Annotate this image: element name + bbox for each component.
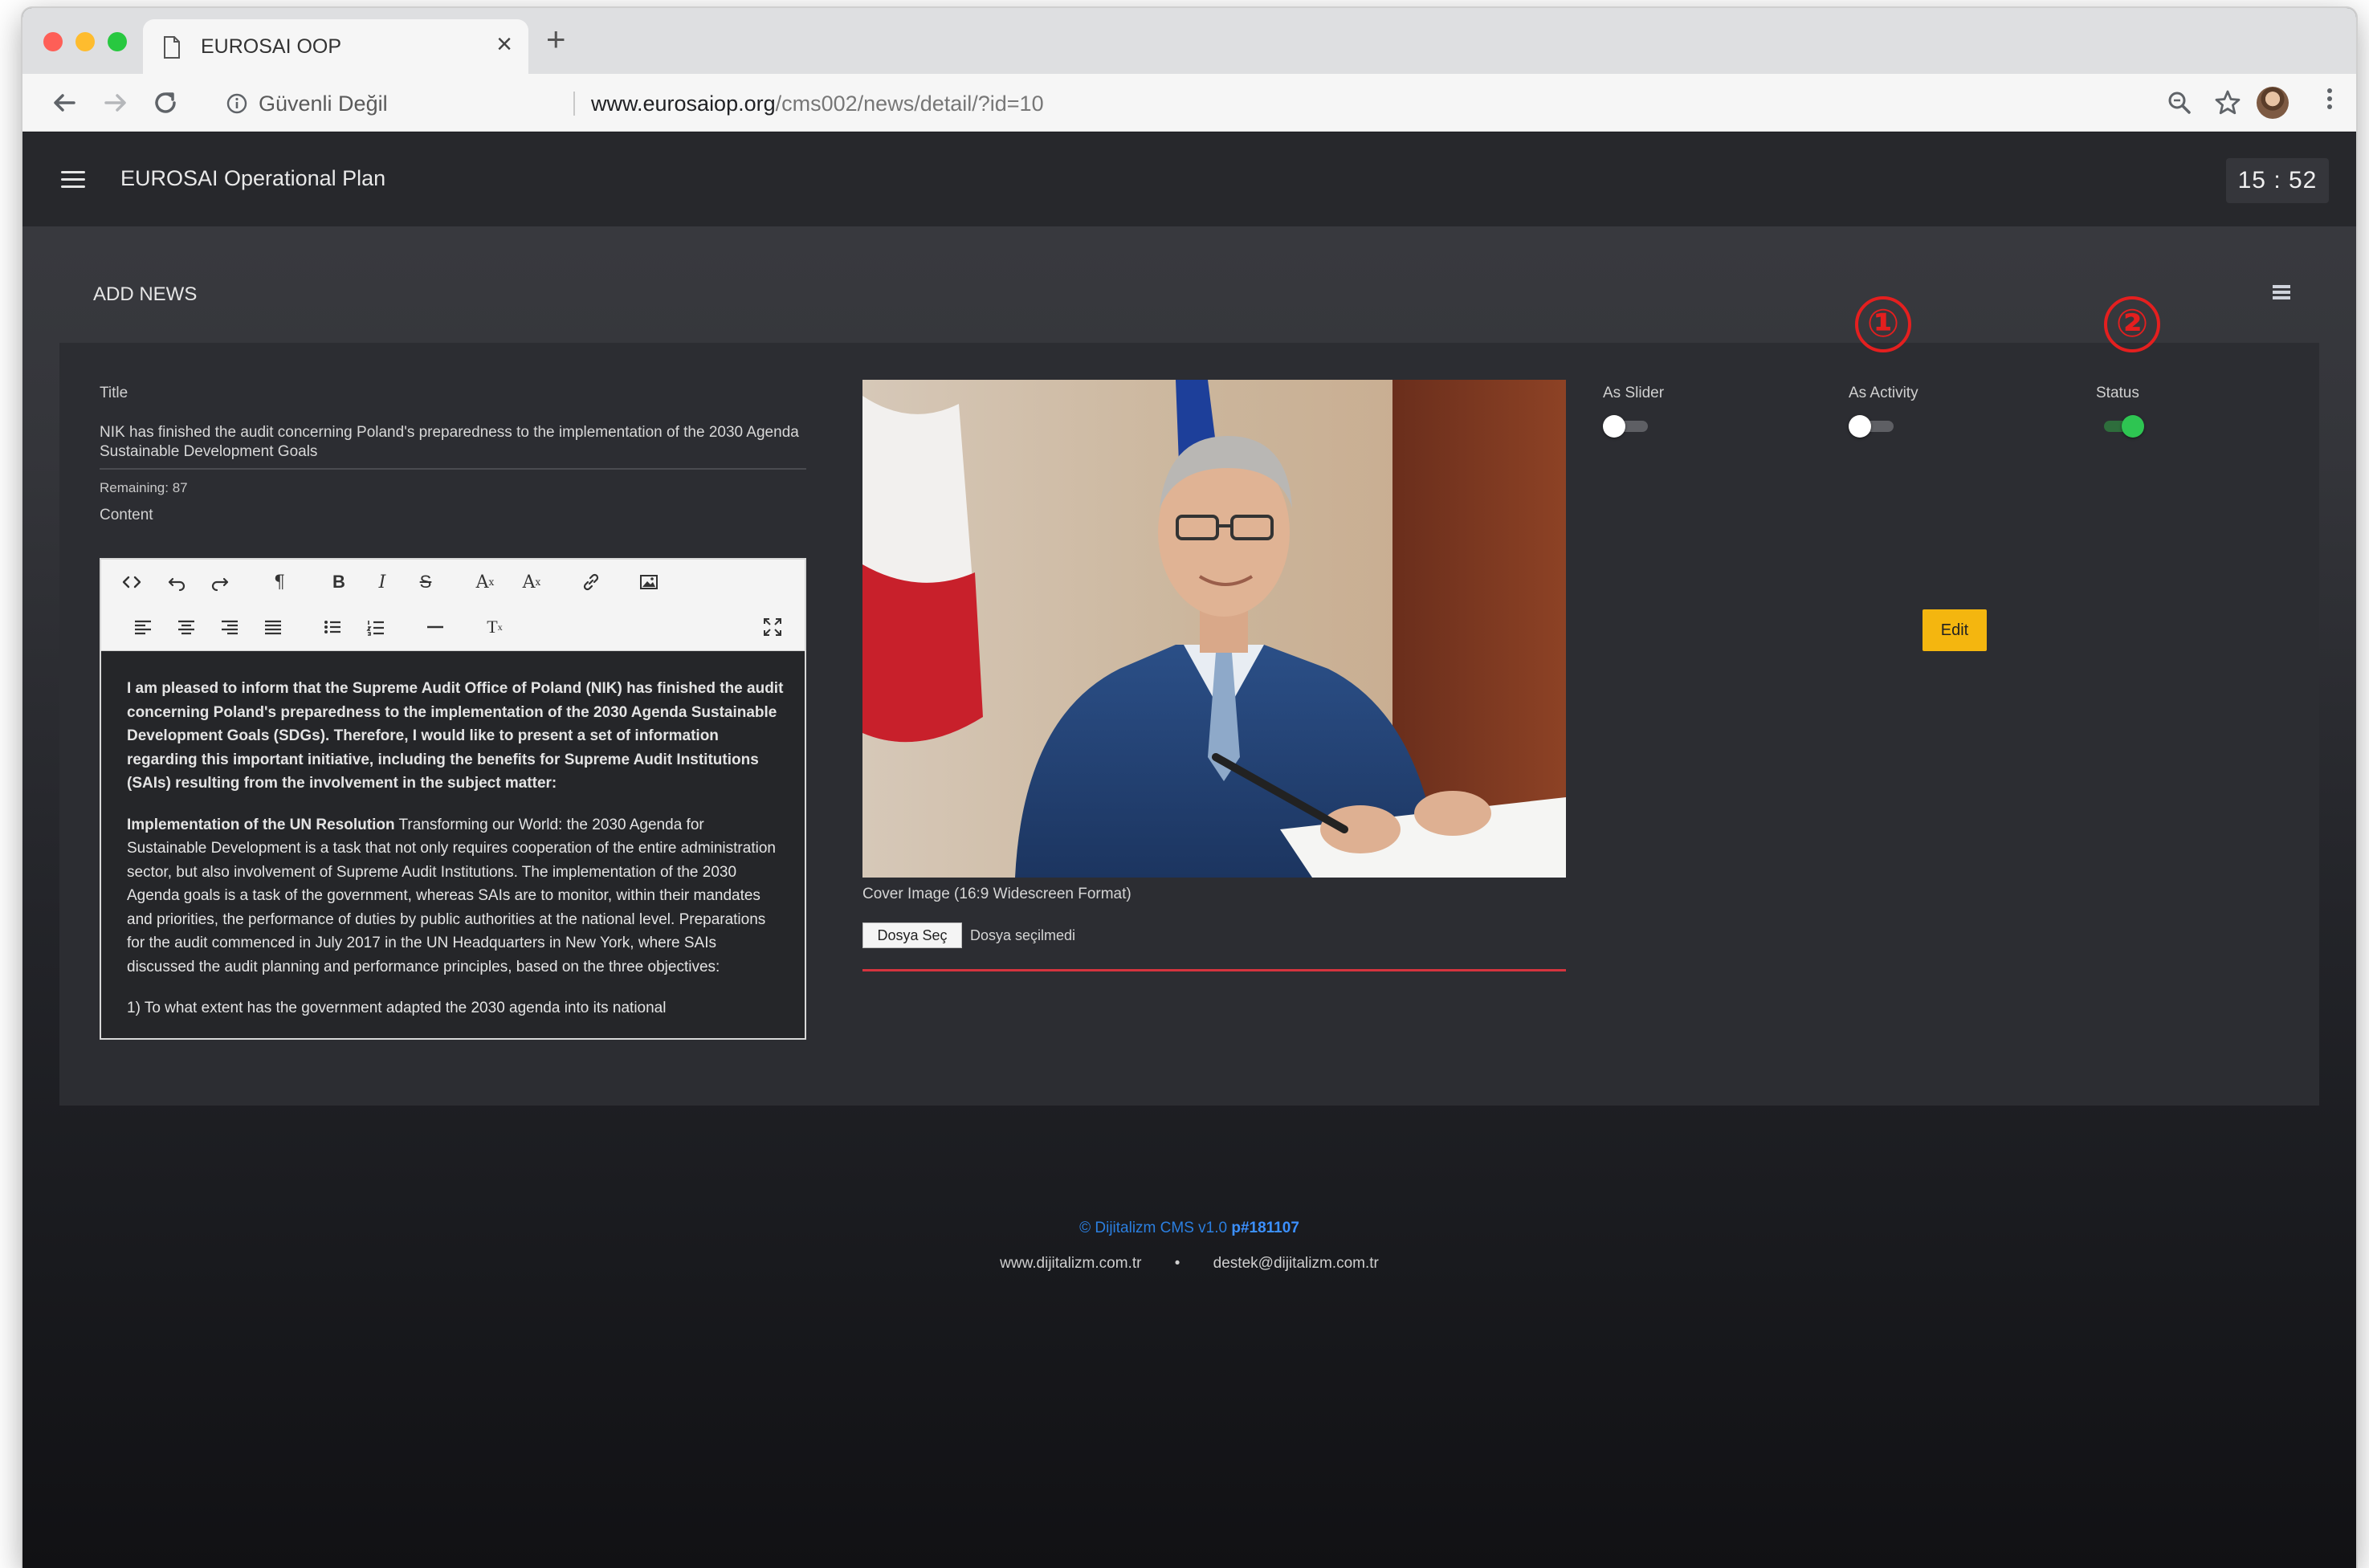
- redo-icon[interactable]: [204, 566, 236, 598]
- forward-arrow-icon[interactable]: [100, 87, 132, 119]
- hamburger-icon[interactable]: [61, 171, 85, 189]
- as-slider-toggle[interactable]: [1603, 415, 1651, 438]
- content-paragraph: I am pleased to inform that the Supreme …: [127, 680, 784, 792]
- editor-toolbar: ¶ B I S Ax Ax T x: [101, 560, 805, 651]
- as-activity-label: As Activity: [1849, 385, 1918, 401]
- file-status: Dosya seçilmedi: [970, 927, 1076, 943]
- footer-brand: © Dijitalizm CMS v1.0 p#181107: [22, 1220, 2356, 1237]
- bold-icon[interactable]: B: [323, 566, 355, 598]
- info-icon[interactable]: [226, 93, 247, 114]
- annotation-badge-1: ①: [1855, 296, 1911, 352]
- numbered-list-icon[interactable]: [360, 611, 392, 643]
- address-bar[interactable]: Güvenli Değil www.eurosaiop.org/cms002/n…: [206, 82, 2133, 124]
- image-icon[interactable]: [633, 566, 665, 598]
- link-icon[interactable]: [575, 566, 607, 598]
- remaining-counter: Remaining: 87: [100, 480, 188, 495]
- url-path: /cms002/news/detail/?id=10: [775, 92, 1044, 116]
- italic-icon[interactable]: I: [366, 566, 398, 598]
- close-window-button[interactable]: [43, 32, 63, 51]
- status-label: Status: [2096, 385, 2139, 401]
- code-view-icon[interactable]: [116, 566, 148, 598]
- footer-links: www.dijitalizm.com.tr • destek@dijitaliz…: [22, 1255, 2356, 1273]
- annotation-badge-2: ②: [2104, 296, 2160, 352]
- security-label: Güvenli Değil: [259, 92, 388, 116]
- horizontal-rule-icon[interactable]: [419, 611, 451, 643]
- title-input[interactable]: NIK has finished the audit concerning Po…: [100, 423, 806, 462]
- rich-text-editor: ¶ B I S Ax Ax T x I am pleased to inform…: [100, 558, 806, 1040]
- cover-image-caption: Cover Image (16:9 Widescreen Format): [862, 886, 1131, 902]
- undo-icon[interactable]: [161, 566, 193, 598]
- browser-toolbar: Güvenli Değil www.eurosaiop.org/cms002/n…: [22, 74, 2356, 132]
- content-text: Transforming our World: the 2030 Agenda …: [127, 816, 776, 975]
- choose-file-button[interactable]: Dosya Seç: [862, 922, 962, 948]
- status-toggle[interactable]: [2096, 415, 2144, 438]
- content-paragraph: 1) To what extent has the government ada…: [127, 1000, 667, 1016]
- subscript-icon[interactable]: Ax: [516, 566, 548, 598]
- close-icon[interactable]: ×: [496, 31, 512, 58]
- content-label: Content: [100, 507, 153, 523]
- align-center-icon[interactable]: [170, 611, 202, 643]
- paragraph-icon[interactable]: ¶: [263, 566, 296, 598]
- app-area: EUROSAI Operational Plan 15 : 52 ADD NEW…: [22, 132, 2356, 1568]
- footer-brand-text: © Dijitalizm CMS v1.0: [1079, 1220, 1232, 1236]
- plus-icon[interactable]: +: [546, 22, 566, 56]
- title-label: Title: [100, 385, 128, 401]
- tab-strip: EUROSAI OOP × +: [22, 8, 2356, 74]
- browser-tab[interactable]: EUROSAI OOP ×: [143, 19, 528, 74]
- footer-email-link[interactable]: destek@dijitalizm.com.tr: [1213, 1255, 1379, 1272]
- app-title: EUROSAI Operational Plan: [120, 166, 386, 190]
- strikethrough-icon[interactable]: S: [410, 566, 442, 598]
- footer-website-link[interactable]: www.dijitalizm.com.tr: [1000, 1255, 1141, 1272]
- clear-format-icon[interactable]: Tx: [479, 611, 511, 643]
- avatar[interactable]: [2257, 87, 2289, 119]
- align-left-icon[interactable]: [127, 611, 159, 643]
- news-form-card: Title NIK has finished the audit concern…: [59, 296, 2319, 1106]
- bulleted-list-icon[interactable]: [316, 611, 349, 643]
- app-header: EUROSAI Operational Plan 15 : 52: [22, 132, 2356, 226]
- justify-icon[interactable]: [257, 611, 289, 643]
- zoom-icon[interactable]: [2163, 87, 2196, 119]
- footer-build[interactable]: p#181107: [1231, 1220, 1299, 1236]
- file-input-underline: [862, 969, 1566, 971]
- maximize-window-button[interactable]: [108, 32, 127, 51]
- reload-icon[interactable]: [149, 87, 181, 119]
- edit-button[interactable]: Edit: [1923, 609, 1987, 651]
- toggle-knob: [1849, 415, 1871, 438]
- toggle-knob: [1603, 415, 1625, 438]
- content-paragraph: Implementation of the UN Resolution Tran…: [127, 813, 785, 979]
- as-slider-label: As Slider: [1603, 385, 1665, 401]
- editor-content[interactable]: I am pleased to inform that the Supreme …: [127, 677, 785, 1035]
- align-right-icon[interactable]: [214, 611, 246, 643]
- fullscreen-icon[interactable]: [756, 611, 789, 643]
- footer-separator: •: [1174, 1255, 1180, 1272]
- browser-window: EUROSAI OOP × + Güvenli Değil www.eurosa…: [22, 8, 2356, 1568]
- list-icon[interactable]: [2273, 285, 2290, 301]
- file-icon: [164, 36, 180, 59]
- star-icon[interactable]: [2212, 87, 2244, 119]
- tab-title: EUROSAI OOP: [201, 35, 342, 58]
- toggle-knob: [2122, 415, 2144, 438]
- content-bold-lead: Implementation of the UN Resolution: [127, 816, 395, 833]
- cover-image: [862, 380, 1566, 878]
- kebab-menu-icon[interactable]: [2324, 85, 2335, 120]
- url-host: www.eurosaiop.org: [591, 92, 776, 116]
- url-text[interactable]: www.eurosaiop.org/cms002/news/detail/?id…: [591, 92, 1044, 116]
- superscript-icon[interactable]: Ax: [469, 566, 501, 598]
- address-separator: [573, 92, 575, 116]
- back-arrow-icon[interactable]: [48, 87, 80, 119]
- as-activity-toggle[interactable]: [1849, 415, 1897, 438]
- minimize-window-button[interactable]: [75, 32, 95, 51]
- title-input-underline: [100, 468, 806, 470]
- page-title: ADD NEWS: [93, 283, 198, 305]
- clock: 15 : 52: [2226, 158, 2329, 203]
